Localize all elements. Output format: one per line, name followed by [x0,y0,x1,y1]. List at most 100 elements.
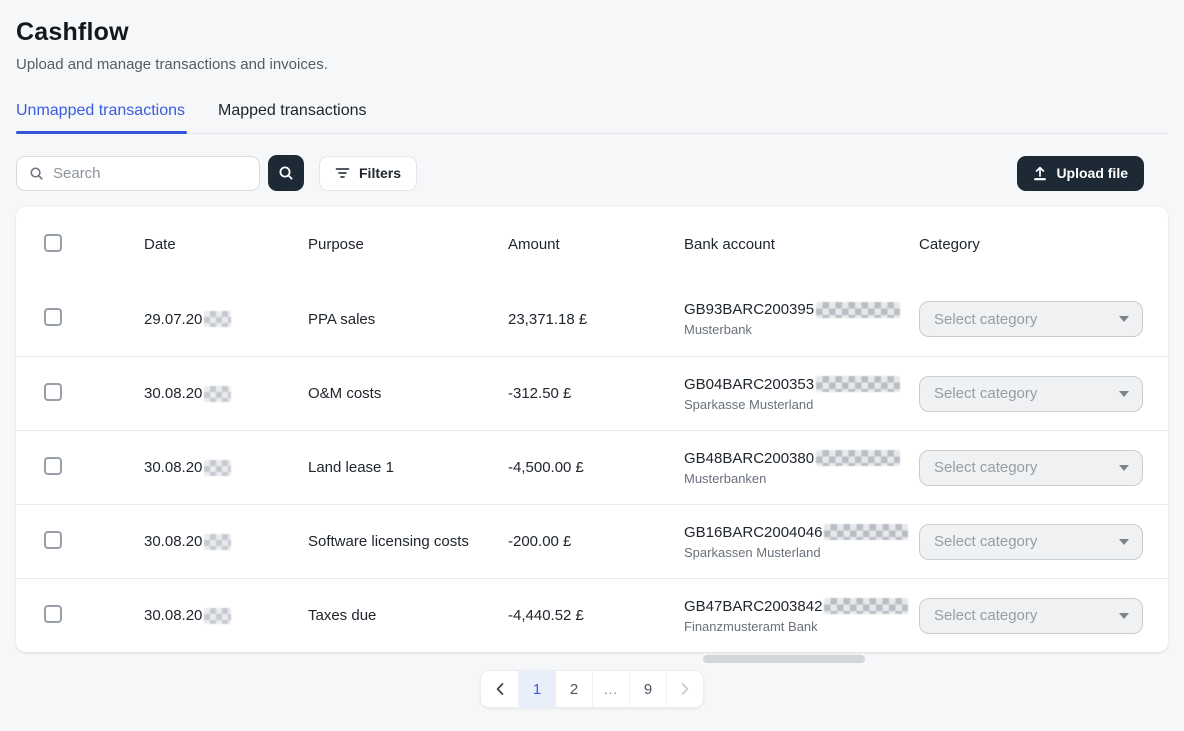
column-header-category: Category [919,236,1144,253]
column-header-purpose: Purpose [308,236,508,253]
iban-value: GB93BARC200395 [684,301,814,318]
date-value: 30.08.20 [144,607,202,624]
transactions-table-card: Date Purpose Amount Bank account Categor… [16,207,1168,652]
pagination-prev-button[interactable] [481,671,518,707]
bank-name: Musterbank [684,322,919,337]
toolbar: Filters Upload file [16,155,1168,191]
date-cell: 29.07.20 [144,311,308,328]
row-checkbox[interactable] [44,605,62,623]
amount-value: 23,371.18 £ [508,311,684,328]
redacted-iban-pixelation [824,524,908,540]
purpose-value: Software licensing costs [308,533,508,550]
pagination-ellipsis: ... [592,671,629,707]
bank-name: Sparkasse Musterland [684,397,919,412]
amount-value: -200.00 £ [508,533,684,550]
chevron-down-caret-icon [1119,465,1129,471]
page-title: Cashflow [16,16,1168,47]
upload-file-button-label: Upload file [1056,165,1128,181]
category-select-placeholder: Select category [934,385,1037,402]
horizontal-scrollbar-thumb[interactable] [703,655,865,663]
select-all-checkbox[interactable] [44,234,62,252]
bank-account-cell: GB48BARC200380 Musterbanken [684,450,919,486]
date-cell: 30.08.20 [144,459,308,476]
purpose-value: Land lease 1 [308,459,508,476]
bank-name: Finanzmusteramt Bank [684,619,919,634]
row-checkbox[interactable] [44,383,62,401]
bank-name: Sparkassen Musterland [684,545,919,560]
tab-mapped-transactions[interactable]: Mapped transactions [216,102,369,133]
bank-account-cell: GB93BARC200395 Musterbank [684,301,919,337]
search-icon [29,166,44,181]
chevron-down-caret-icon [1119,539,1129,545]
redacted-year-pixelation [204,608,231,624]
cashflow-page: Cashflow Upload and manage transactions … [0,0,1184,708]
search-button[interactable] [268,155,304,191]
category-cell: Select category [919,524,1144,560]
chevron-down-caret-icon [1119,391,1129,397]
bank-account-cell: GB04BARC200353 Sparkasse Musterland [684,376,919,412]
category-select-placeholder: Select category [934,533,1037,550]
category-cell: Select category [919,450,1144,486]
redacted-year-pixelation [204,311,231,327]
chevron-left-icon [496,683,504,695]
category-cell: Select category [919,301,1144,337]
pagination-next-button[interactable] [666,671,703,707]
pagination: 1 2 ... 9 [480,670,704,708]
chevron-down-caret-icon [1119,316,1129,322]
column-header-amount: Amount [508,236,684,253]
category-select[interactable]: Select category [919,450,1143,486]
row-checkbox[interactable] [44,531,62,549]
table-header-row: Date Purpose Amount Bank account Categor… [16,207,1168,282]
table-row: 29.07.20 PPA sales 23,371.18 £ GB93BARC2… [16,282,1168,356]
category-select-placeholder: Select category [934,311,1037,328]
filter-lines-icon [335,167,350,179]
date-cell: 30.08.20 [144,533,308,550]
iban-value: GB47BARC2003842 [684,598,822,615]
category-select-placeholder: Select category [934,459,1037,476]
date-cell: 30.08.20 [144,385,308,402]
date-value: 30.08.20 [144,459,202,476]
row-checkbox[interactable] [44,457,62,475]
bank-account-cell: GB16BARC2004046 Sparkassen Musterland [684,524,919,560]
category-select[interactable]: Select category [919,301,1143,337]
iban-value: GB04BARC200353 [684,376,814,393]
row-checkbox[interactable] [44,308,62,326]
upload-file-button[interactable]: Upload file [1017,156,1144,191]
table-row: 30.08.20 O&M costs -312.50 £ GB04BARC200… [16,356,1168,430]
category-select[interactable]: Select category [919,524,1143,560]
redacted-year-pixelation [204,386,231,402]
column-header-date: Date [144,236,308,253]
category-select[interactable]: Select category [919,598,1143,634]
redacted-year-pixelation [204,460,231,476]
amount-value: -4,500.00 £ [508,459,684,476]
bank-name: Musterbanken [684,471,919,486]
tab-bar: Unmapped transactions Mapped transaction… [16,102,1168,134]
date-cell: 30.08.20 [144,607,308,624]
pagination-page-2[interactable]: 2 [555,671,592,707]
filters-button[interactable]: Filters [319,156,417,191]
category-cell: Select category [919,376,1144,412]
redacted-iban-pixelation [816,302,900,318]
category-cell: Select category [919,598,1144,634]
date-value: 29.07.20 [144,311,202,328]
pagination-page-9[interactable]: 9 [629,671,666,707]
category-select-placeholder: Select category [934,607,1037,624]
search-box [16,156,260,191]
category-select[interactable]: Select category [919,376,1143,412]
redacted-iban-pixelation [816,450,900,466]
table-row: 30.08.20 Software licensing costs -200.0… [16,504,1168,578]
bank-account-cell: GB47BARC2003842 Finanzmusteramt Bank [684,598,919,634]
table-row: 30.08.20 Land lease 1 -4,500.00 £ GB48BA… [16,430,1168,504]
chevron-down-caret-icon [1119,613,1129,619]
iban-value: GB16BARC2004046 [684,524,822,541]
magnifier-icon [278,165,294,181]
date-value: 30.08.20 [144,385,202,402]
redacted-iban-pixelation [824,598,908,614]
pagination-page-1[interactable]: 1 [518,671,555,707]
tab-unmapped-transactions[interactable]: Unmapped transactions [16,102,187,133]
chevron-right-icon [681,683,689,695]
amount-value: -4,440.52 £ [508,607,684,624]
filters-button-label: Filters [359,165,401,181]
table-row: 30.08.20 Taxes due -4,440.52 £ GB47BARC2… [16,578,1168,652]
search-input[interactable] [53,165,249,182]
